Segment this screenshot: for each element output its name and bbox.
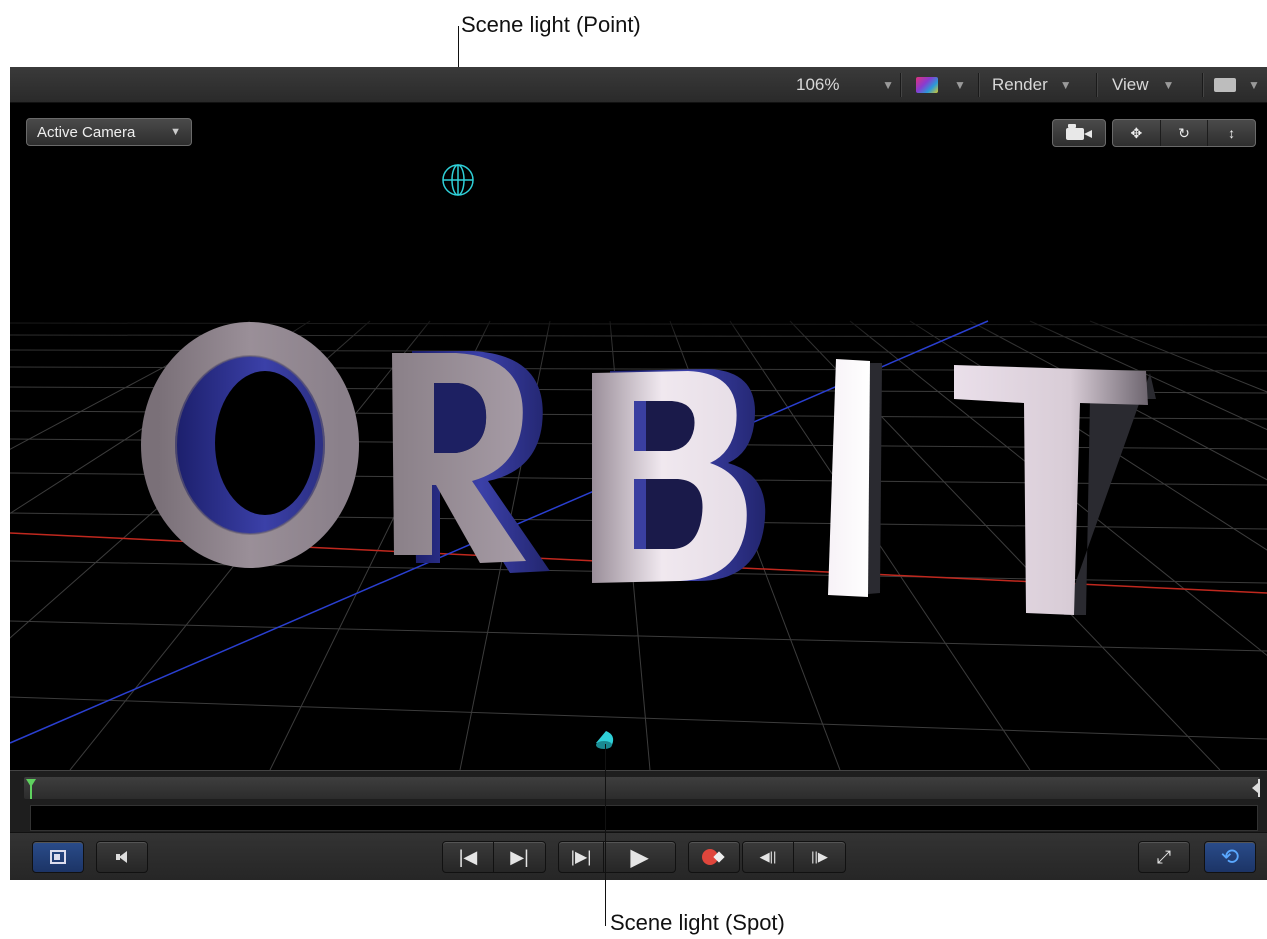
go-to-end-icon[interactable]: ▶| [494,842,545,872]
letter-o [141,322,359,568]
speaker-icon [116,851,128,863]
record-button[interactable] [688,841,740,873]
previous-frame-icon[interactable]: ◀|| [743,842,795,872]
loop-icon: ⟲ [1220,844,1240,869]
camera-icon [1066,124,1092,140]
letter-i [828,359,882,597]
chevron-down-icon: ▼ [954,78,966,92]
callout-spot-light: Scene light (Spot) [610,910,785,935]
transport-controls: |◀ ▶| |▶| ▶ ◀|| ||▶ ⤢ ⟲ [10,832,1267,880]
letter-b [592,369,766,583]
mini-timeline [10,770,1267,832]
view-layout-menu[interactable]: ▼ [1214,67,1267,103]
channels-menu[interactable]: ▼ [910,67,972,103]
3d-scene [10,103,1267,770]
active-camera-dropdown[interactable]: Active Camera ▼ [26,118,192,146]
zoom-menu[interactable]: 106% ▼ [780,67,900,103]
fullscreen-icon: ⤢ [1156,846,1172,867]
view-menu[interactable]: View ▼ [1112,67,1194,103]
dolly-icon[interactable]: ↕ [1208,120,1255,146]
playhead-icon[interactable] [26,779,36,799]
layout-icon [1214,78,1236,92]
loop-button[interactable]: ⟲ [1204,841,1256,873]
callout-point-light: Scene light (Point) [461,12,641,37]
viewer-toolbar: 106% ▼ ▼ Render ▼ View ▼ ▼ [10,67,1267,103]
chevron-down-icon: ▼ [170,126,181,138]
callout-spot-line [605,744,606,926]
camera-button[interactable] [1052,119,1106,147]
orbit-icon[interactable]: ↻ [1161,120,1209,146]
pan-icon[interactable]: ✥ [1113,120,1161,146]
canvas-viewer[interactable]: Active Camera ▼ ✥ ↻ ↕ [10,103,1267,770]
timeline-ruler[interactable] [24,777,1260,799]
play-from-start-icon[interactable]: |▶| [559,842,605,872]
toolbar-divider [1202,73,1203,97]
chevron-down-icon: ▼ [882,78,894,92]
go-to-start-icon[interactable]: |◀ [443,842,495,872]
point-light-icon[interactable] [442,164,474,196]
view-label: View [1112,75,1149,94]
canvas-window: 106% ▼ ▼ Render ▼ View ▼ ▼ Active Camera… [10,67,1267,880]
next-frame-icon[interactable]: ||▶ [794,842,845,872]
playback-group: |▶| ▶ [558,841,676,873]
out-point-icon[interactable] [1252,779,1260,797]
play-icon[interactable]: ▶ [604,842,675,872]
render-label: Render [992,75,1048,94]
timing-display-button[interactable] [32,841,84,873]
zoom-value: 106% [796,75,840,94]
audio-button[interactable] [96,841,148,873]
chevron-down-icon: ▼ [1248,78,1260,92]
chevron-down-icon: ▼ [1059,78,1072,92]
render-menu[interactable]: Render ▼ [992,67,1088,103]
toolbar-divider [1096,73,1097,97]
toolbar-divider [978,73,979,97]
timing-display-icon [50,850,66,864]
fullscreen-button[interactable]: ⤢ [1138,841,1190,873]
toolbar-divider [900,73,901,97]
frame-step-group: ◀|| ||▶ [742,841,846,873]
color-channels-icon [916,77,938,93]
go-to-group: |◀ ▶| [442,841,546,873]
camera-menu-label: Active Camera [37,123,136,141]
record-icon [702,849,726,865]
3d-view-tools: ✥ ↻ ↕ [1112,119,1256,147]
chevron-down-icon: ▼ [1162,78,1175,92]
timeline-track[interactable] [30,805,1258,831]
